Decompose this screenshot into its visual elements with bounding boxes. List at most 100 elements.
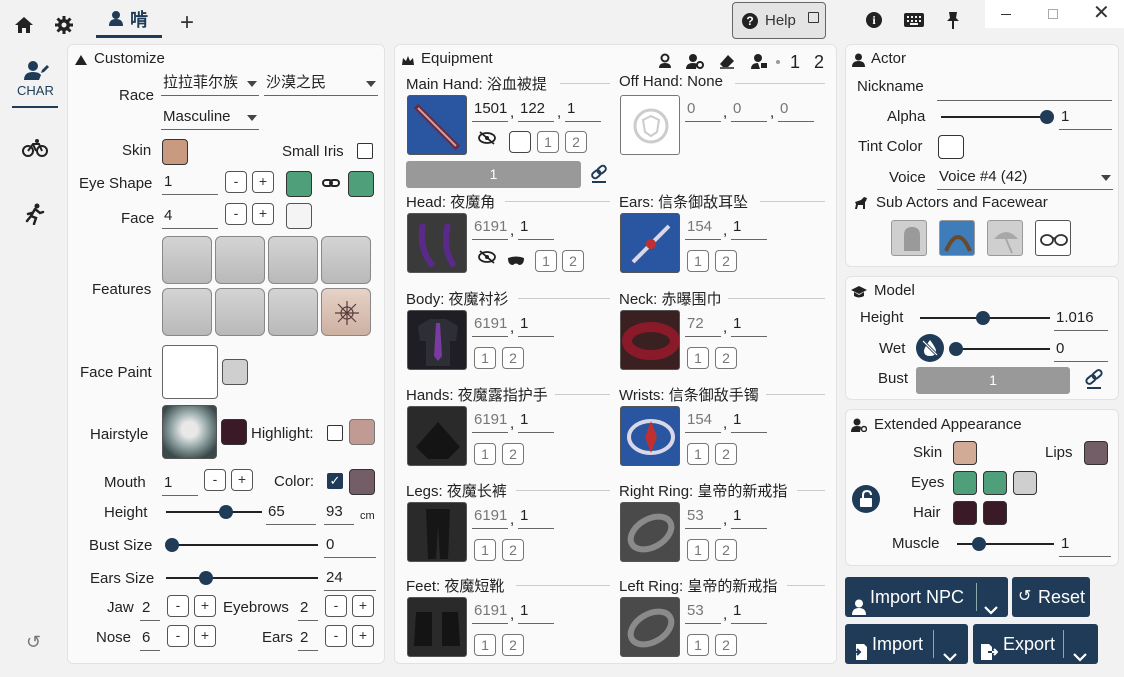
dye-channel-1[interactable]: 1: [790, 52, 800, 73]
skin-color-swatch[interactable]: [162, 139, 188, 165]
eye-slash-icon[interactable]: [478, 131, 496, 145]
feet-model-field[interactable]: 6191: [472, 600, 508, 624]
eye-shape-increment-button[interactable]: +: [252, 171, 274, 193]
hands-dye-1[interactable]: 1: [474, 443, 496, 465]
right-ring-model-field[interactable]: 53: [685, 505, 721, 529]
face-paint-color-swatch[interactable]: [222, 359, 248, 385]
feet-dye-2[interactable]: 2: [502, 634, 524, 656]
home-icon[interactable]: [14, 15, 34, 35]
ears-field[interactable]: 2: [298, 627, 318, 651]
neck-dye-1[interactable]: 1: [687, 347, 709, 369]
mask-icon[interactable]: [507, 253, 525, 265]
bicycle-icon[interactable]: [22, 139, 48, 157]
face-field[interactable]: 4: [162, 205, 218, 229]
minimize-icon[interactable]: [1001, 14, 1011, 15]
import-npc-button[interactable]: Import NPC: [845, 577, 1008, 617]
face-color-swatch[interactable]: [286, 203, 312, 229]
feet-slot[interactable]: [407, 597, 467, 657]
eraser-icon[interactable]: [719, 53, 735, 69]
alpha-field[interactable]: 1: [1059, 106, 1112, 130]
hands-dye-2[interactable]: 2: [502, 443, 524, 465]
running-icon[interactable]: [25, 203, 45, 226]
bust-size-field[interactable]: 0: [324, 534, 376, 558]
legs-variant-field[interactable]: 1: [518, 505, 554, 529]
neck-variant-field[interactable]: 1: [731, 313, 767, 337]
wet-field[interactable]: 0: [1054, 338, 1108, 362]
feature-7-toggle[interactable]: [268, 288, 318, 336]
off-hand-model-field[interactable]: 0: [685, 98, 721, 122]
gear-icon[interactable]: [55, 16, 73, 34]
right-ring-dye-1[interactable]: 1: [687, 539, 709, 561]
nose-decrement-button[interactable]: -: [167, 625, 189, 647]
person-outline-icon[interactable]: [657, 53, 673, 69]
add-tab-icon[interactable]: +: [180, 11, 194, 35]
muscle-slider-knob[interactable]: [972, 537, 986, 551]
bust-size-slider-knob[interactable]: [165, 538, 179, 552]
face-decrement-button[interactable]: -: [225, 203, 247, 225]
gender-select[interactable]: Masculine: [161, 106, 259, 130]
ext-eye-3-swatch[interactable]: [1013, 471, 1037, 495]
ext-eye-2-swatch[interactable]: [983, 471, 1007, 495]
head-model-field[interactable]: 6191: [472, 216, 508, 240]
eye-shape-decrement-button[interactable]: -: [225, 171, 247, 193]
height-slider-knob[interactable]: [219, 505, 233, 519]
wrists-dye-2[interactable]: 2: [715, 443, 737, 465]
ext-hair-1-swatch[interactable]: [953, 501, 977, 525]
left-ring-model-field[interactable]: 53: [685, 600, 721, 624]
eye-color-swatch[interactable]: [286, 171, 312, 197]
feet-variant-field[interactable]: 1: [518, 600, 554, 624]
alpha-slider[interactable]: [941, 116, 1053, 118]
off-hand-variant-field[interactable]: 0: [778, 98, 814, 122]
ears-variant-field[interactable]: 1: [731, 216, 767, 240]
body-dye-1[interactable]: 1: [474, 347, 496, 369]
eyebrows-decrement-button[interactable]: -: [325, 595, 347, 617]
right-ring-dye-2[interactable]: 2: [715, 539, 737, 561]
close-icon[interactable]: ✕: [1093, 3, 1110, 23]
feature-3-toggle[interactable]: [268, 236, 318, 284]
wet-slider-knob[interactable]: [949, 342, 963, 356]
glasses-icon[interactable]: [1035, 220, 1071, 256]
ears-increment-button[interactable]: +: [352, 625, 374, 647]
height-slider[interactable]: [166, 511, 262, 513]
left-ring-dye-1[interactable]: 1: [687, 634, 709, 656]
sub-actor-minion[interactable]: [891, 220, 927, 256]
highlight-color-swatch[interactable]: [349, 419, 375, 445]
main-hand-dye-slot-empty[interactable]: [509, 131, 531, 153]
main-hand-slot[interactable]: [407, 95, 467, 155]
lip-color-swatch[interactable]: [349, 469, 375, 495]
eyebrows-field[interactable]: 2: [298, 597, 318, 621]
eyebrows-increment-button[interactable]: +: [352, 595, 374, 617]
feature-6-toggle[interactable]: [215, 288, 265, 336]
hands-variant-field[interactable]: 1: [518, 409, 554, 433]
hands-slot[interactable]: [407, 406, 467, 466]
info-icon[interactable]: i: [866, 12, 882, 28]
maximize-icon[interactable]: [1048, 9, 1058, 19]
undo-icon[interactable]: ↺: [26, 632, 41, 653]
alpha-slider-knob[interactable]: [1040, 110, 1054, 124]
ext-skin-swatch[interactable]: [953, 441, 977, 465]
eye-color-2-swatch[interactable]: [348, 171, 374, 197]
main-hand-dye-1[interactable]: 1: [537, 131, 559, 153]
feet-dye-1[interactable]: 1: [474, 634, 496, 656]
height-field[interactable]: 65: [266, 501, 316, 525]
legs-model-field[interactable]: 6191: [472, 505, 508, 529]
wrists-variant-field[interactable]: 1: [731, 409, 767, 433]
body-variant-field[interactable]: 1: [518, 313, 554, 337]
link-icon[interactable]: [590, 164, 608, 184]
legs-dye-2[interactable]: 2: [502, 539, 524, 561]
wrists-dye-1[interactable]: 1: [687, 443, 709, 465]
head-dye-1[interactable]: 1: [535, 250, 557, 272]
sub-actor-ornament[interactable]: [939, 220, 975, 256]
mouth-field[interactable]: 1: [162, 472, 198, 496]
small-iris-checkbox[interactable]: [357, 143, 373, 159]
unlock-icon[interactable]: [852, 485, 880, 513]
help-button[interactable]: ? Help: [732, 2, 826, 39]
feature-4-toggle[interactable]: [321, 236, 371, 284]
clan-select[interactable]: 沙漠之民: [264, 72, 378, 96]
chevron-down-icon[interactable]: [1072, 637, 1088, 662]
wet-slider[interactable]: [955, 348, 1050, 350]
ears-model-field[interactable]: 154: [685, 216, 721, 240]
left-ring-dye-2[interactable]: 2: [715, 634, 737, 656]
neck-slot[interactable]: [620, 310, 680, 370]
nose-increment-button[interactable]: +: [194, 625, 216, 647]
